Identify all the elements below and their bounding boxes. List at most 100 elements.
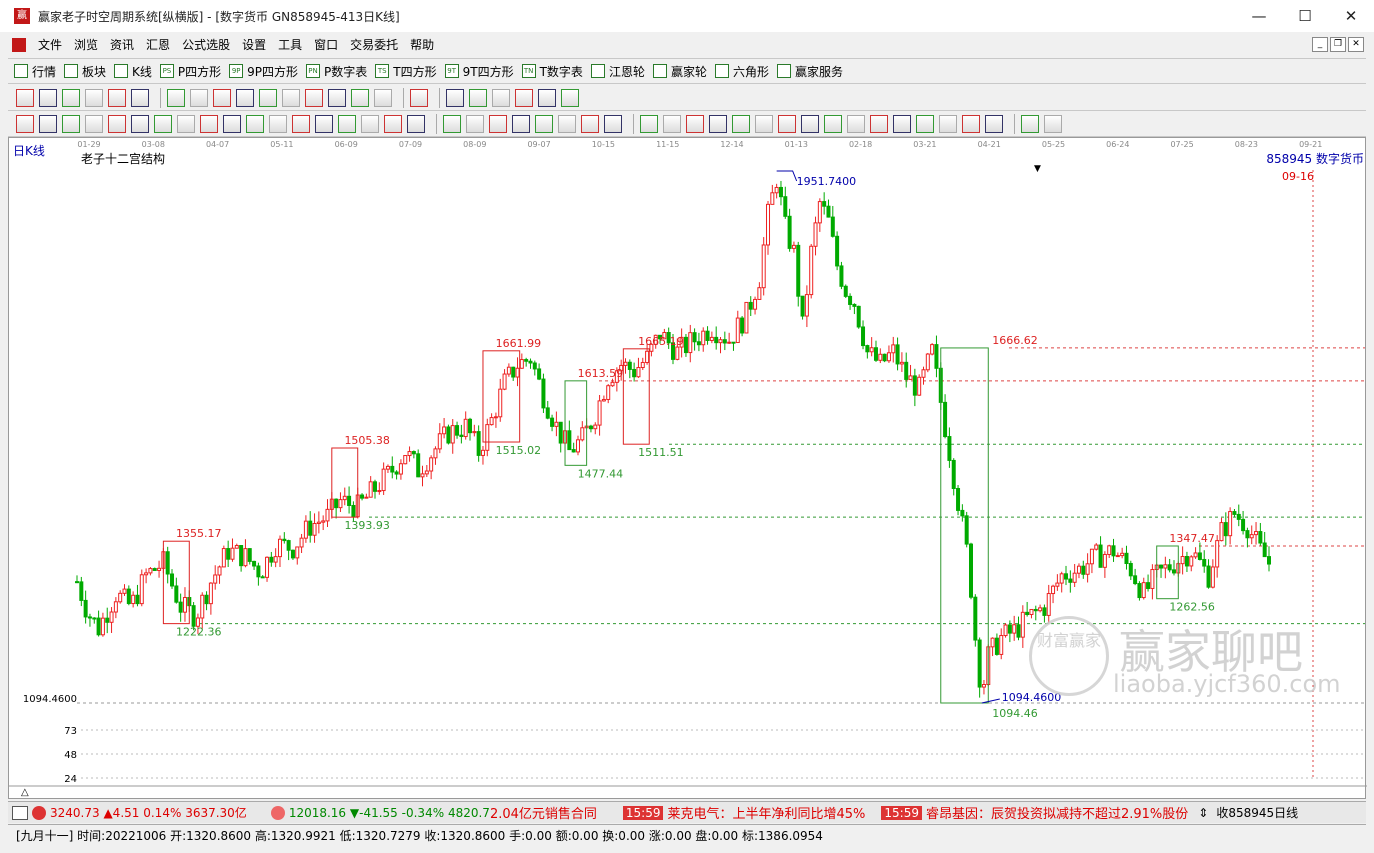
status-grid-icon[interactable] [12, 805, 28, 820]
draw-tool-7-icon[interactable] [190, 88, 208, 107]
analysis-tool-8-icon[interactable] [200, 114, 218, 133]
toolbar-item-1[interactable]: 板块 [64, 63, 106, 80]
toolbar-item-6[interactable]: TS T四方形 [375, 63, 437, 80]
analysis-tool-11-icon[interactable] [269, 114, 287, 133]
analysis-tool-2-icon[interactable] [62, 114, 80, 133]
maximize-button[interactable]: ☐ [1282, 0, 1328, 32]
menu-help[interactable]: 帮助 [404, 36, 440, 53]
analysis-tool-35-icon[interactable] [847, 114, 865, 133]
analysis-tool-15-icon[interactable] [361, 114, 379, 133]
toolbar-item-9[interactable]: 江恩轮 [590, 63, 645, 80]
analysis-tool-13-icon[interactable] [315, 114, 333, 133]
draw-tool-17-icon[interactable] [446, 88, 464, 107]
draw-tool-14-icon[interactable] [351, 88, 369, 107]
toolbar-item-4[interactable]: 9P 9P四方形 [229, 63, 298, 80]
analysis-tool-23-icon[interactable] [558, 114, 576, 133]
analysis-tool-16-icon[interactable] [384, 114, 402, 133]
menu-file[interactable]: 文件 [32, 36, 68, 53]
menu-browse[interactable]: 浏览 [68, 36, 104, 53]
analysis-tool-3-icon[interactable] [85, 114, 103, 133]
news-ticker-3[interactable]: 睿昂基因：辰贺投资拟减持不超过2.91%股份 [926, 803, 1188, 822]
analysis-tool-20-icon[interactable] [489, 114, 507, 133]
draw-tool-4-icon[interactable] [108, 88, 126, 107]
analysis-tool-7-icon[interactable] [177, 114, 195, 133]
toolbar-item-5[interactable]: PN P数字表 [306, 63, 367, 80]
menu-formula[interactable]: 公式选股 [176, 36, 236, 53]
analysis-tool-14-icon[interactable] [338, 114, 356, 133]
news-ticker-1[interactable]: 2.04亿元销售合同 [490, 803, 597, 822]
draw-tool-18-icon[interactable] [469, 88, 487, 107]
analysis-tool-27-icon[interactable] [663, 114, 681, 133]
kline-chart[interactable]: 01-29 03-08 04-07 05-11 06-09 07-09 08-09 09-07… [9, 138, 1367, 800]
draw-tool-12-icon[interactable] [305, 88, 323, 107]
analysis-tool-26-icon[interactable] [640, 114, 658, 133]
draw-tool-16-icon[interactable] [410, 88, 428, 107]
chart-panel[interactable]: 01-29 03-08 04-07 05-11 06-09 07-09 08-09 09-07… [8, 137, 1367, 800]
toolbar-item-10[interactable]: 赢家轮 [652, 63, 707, 80]
analysis-tool-21-icon[interactable] [512, 114, 530, 133]
draw-tool-9-icon[interactable] [236, 88, 254, 107]
toolbar-item-2[interactable]: K线 [114, 63, 152, 80]
draw-tool-13-icon[interactable] [328, 88, 346, 107]
analysis-tool-33-icon[interactable] [801, 114, 819, 133]
analysis-tool-34-icon[interactable] [824, 114, 842, 133]
analysis-tool-12-icon[interactable] [292, 114, 310, 133]
analysis-tool-19-icon[interactable] [466, 114, 484, 133]
analysis-tool-37-icon[interactable] [893, 114, 911, 133]
ticker-scroll-icon[interactable]: ⇕ [1198, 806, 1208, 820]
draw-tool-3-icon[interactable] [85, 88, 103, 107]
news-ticker-2[interactable]: 莱克电气：上半年净利同比增45% [667, 803, 865, 822]
minimize-button[interactable]: — [1236, 0, 1282, 32]
draw-tool-15-icon[interactable] [374, 88, 392, 107]
draw-tool-0-icon[interactable] [16, 88, 34, 107]
draw-tool-19-icon[interactable] [492, 88, 510, 107]
toolbar-item-0[interactable]: 行情 [14, 63, 56, 80]
draw-tool-11-icon[interactable] [282, 88, 300, 107]
menu-tools[interactable]: 工具 [272, 36, 308, 53]
collect-label[interactable]: 收858945日线 [1216, 804, 1298, 821]
analysis-tool-28-icon[interactable] [686, 114, 704, 133]
analysis-tool-38-icon[interactable] [916, 114, 934, 133]
draw-tool-5-icon[interactable] [131, 88, 149, 107]
draw-tool-20-icon[interactable] [515, 88, 533, 107]
analysis-tool-10-icon[interactable] [246, 114, 264, 133]
analysis-tool-36-icon[interactable] [870, 114, 888, 133]
analysis-tool-31-icon[interactable] [755, 114, 773, 133]
analysis-tool-6-icon[interactable] [154, 114, 172, 133]
toolbar-item-7[interactable]: 9T 9T四方形 [444, 63, 514, 80]
analysis-tool-40-icon[interactable] [962, 114, 980, 133]
menu-settings[interactable]: 设置 [236, 36, 272, 53]
draw-tool-10-icon[interactable] [259, 88, 277, 107]
draw-tool-22-icon[interactable] [561, 88, 579, 107]
menu-window[interactable]: 窗口 [308, 36, 344, 53]
analysis-tool-1-icon[interactable] [39, 114, 57, 133]
draw-tool-21-icon[interactable] [538, 88, 556, 107]
toolbar-item-3[interactable]: PS P四方形 [159, 63, 221, 80]
menu-trade[interactable]: 交易委托 [344, 36, 404, 53]
draw-tool-8-icon[interactable] [213, 88, 231, 107]
menu-info[interactable]: 资讯 [104, 36, 140, 53]
close-button[interactable]: ✕ [1328, 0, 1374, 32]
analysis-tool-17-icon[interactable] [407, 114, 425, 133]
analysis-tool-4-icon[interactable] [108, 114, 126, 133]
analysis-tool-42-icon[interactable] [1021, 114, 1039, 133]
mdi-minimize-button[interactable]: _ [1312, 37, 1328, 52]
toolbar-item-11[interactable]: 六角形 [714, 63, 769, 80]
analysis-tool-32-icon[interactable] [778, 114, 796, 133]
analysis-tool-39-icon[interactable] [939, 114, 957, 133]
analysis-tool-18-icon[interactable] [443, 114, 461, 133]
analysis-tool-30-icon[interactable] [732, 114, 750, 133]
draw-tool-1-icon[interactable] [39, 88, 57, 107]
analysis-tool-5-icon[interactable] [131, 114, 149, 133]
draw-tool-2-icon[interactable] [62, 88, 80, 107]
analysis-tool-9-icon[interactable] [223, 114, 241, 133]
toolbar-item-8[interactable]: TN T数字表 [521, 63, 583, 80]
analysis-tool-43-icon[interactable] [1044, 114, 1062, 133]
mdi-restore-button[interactable]: ❐ [1330, 37, 1346, 52]
analysis-tool-22-icon[interactable] [535, 114, 553, 133]
analysis-tool-29-icon[interactable] [709, 114, 727, 133]
mdi-close-button[interactable]: ✕ [1348, 37, 1364, 52]
analysis-tool-25-icon[interactable] [604, 114, 622, 133]
analysis-tool-0-icon[interactable] [16, 114, 34, 133]
analysis-tool-24-icon[interactable] [581, 114, 599, 133]
